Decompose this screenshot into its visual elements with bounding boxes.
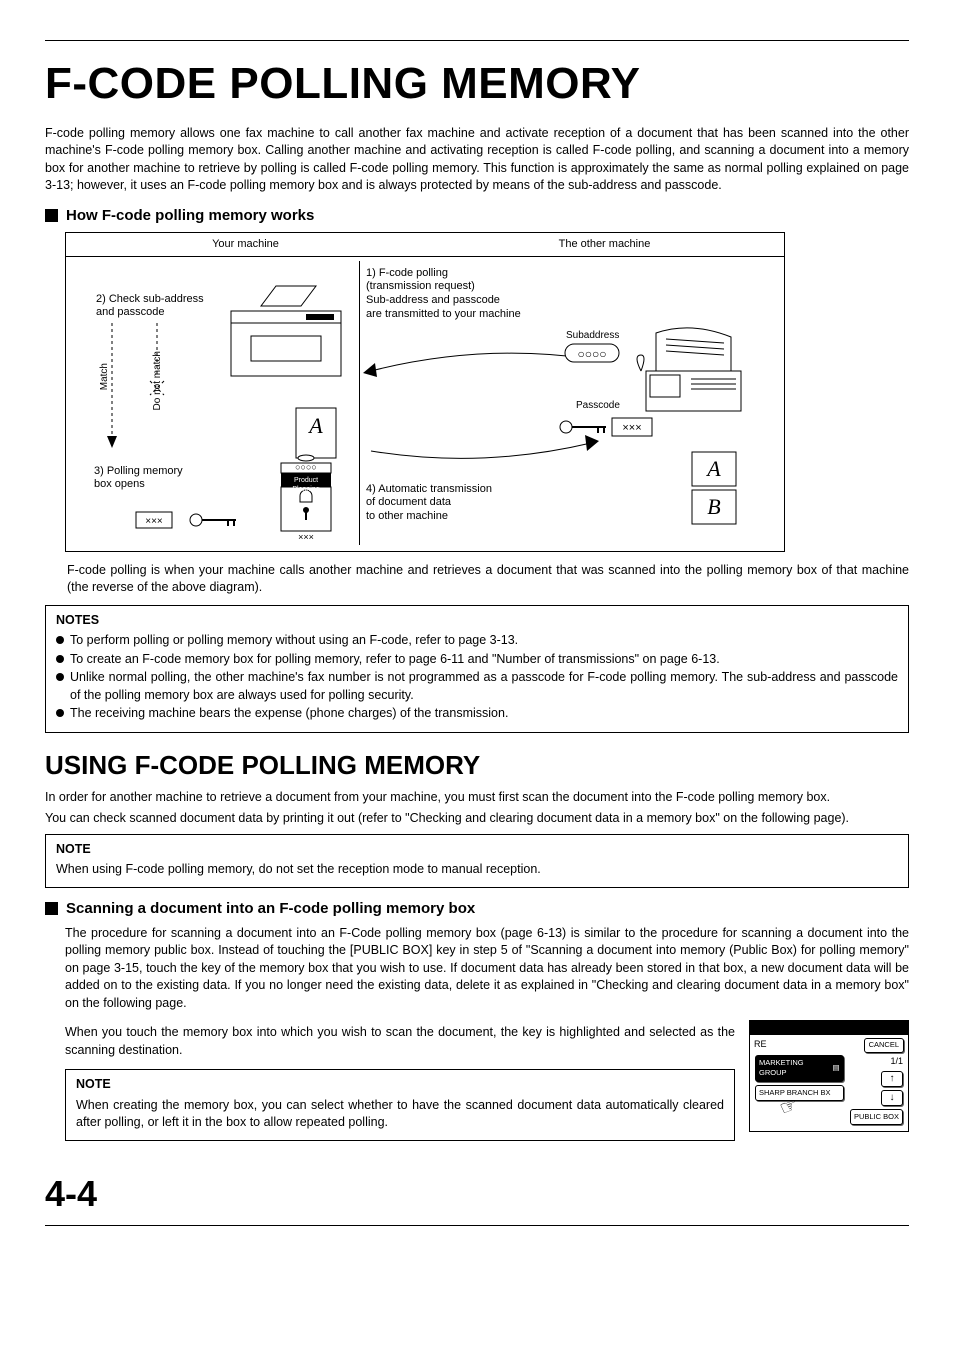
documents-ab-illustration: A B xyxy=(686,448,756,533)
notes1-item-2: Unlike normal polling, the other machine… xyxy=(56,669,898,704)
top-rule xyxy=(45,40,909,41)
panel-re-label: RE xyxy=(754,1038,767,1053)
memory-box-item-1[interactable]: MARKETING GROUP ▤ xyxy=(755,1055,844,1082)
box-label-product-planning: Product Planning xyxy=(282,476,330,496)
match-arrows-illustration xyxy=(92,323,172,453)
scroll-up-button[interactable]: ↑ xyxy=(881,1071,903,1087)
svg-text:○○○○: ○○○○ xyxy=(578,347,607,361)
step2-line-b: and passcode xyxy=(96,306,204,320)
memory-box-item-2[interactable]: SHARP BRANCH BX xyxy=(755,1085,844,1102)
pager-label: 1/1 xyxy=(890,1055,903,1068)
notes-box-1: NOTES To perform polling or polling memo… xyxy=(45,605,909,733)
notes1-item-0: To perform polling or polling memory wit… xyxy=(56,632,898,650)
sub2-p2: When you touch the memory box into which… xyxy=(65,1024,735,1059)
note-box-2: NOTE When using F-code polling memory, d… xyxy=(45,834,909,888)
copier-illustration xyxy=(221,281,361,391)
note3-text: When creating the memory box, you can se… xyxy=(76,1097,724,1132)
section2-p1: In order for another machine to retrieve… xyxy=(45,789,909,807)
subheading-how-works: How F-code polling memory works xyxy=(45,205,909,226)
svg-text:×××: ××× xyxy=(298,532,314,542)
page-title: F-CODE POLLING MEMORY xyxy=(45,53,909,115)
sub2-p1: The procedure for scanning a document in… xyxy=(65,925,909,1013)
step2-line-a: 2) Check sub-address xyxy=(96,293,204,307)
note2-title: NOTE xyxy=(56,841,898,859)
diagram-col-other-machine: The other machine xyxy=(425,233,784,256)
scroll-down-button[interactable]: ↓ xyxy=(881,1090,903,1106)
touchscreen-panel: RE CANCEL MARKETING GROUP ▤ SHARP BRANCH… xyxy=(749,1020,909,1132)
step4-line-b: of document data xyxy=(366,496,492,510)
step1-line-b: (transmission request) xyxy=(366,280,521,294)
subheading-scanning-text: Scanning a document into an F-code polli… xyxy=(66,898,475,919)
section2-title: USING F-CODE POLLING MEMORY xyxy=(45,747,909,783)
page-number: 4-4 xyxy=(45,1169,909,1219)
doc-icon: ▤ xyxy=(833,1063,840,1074)
subaddress-pill: ○○○○ xyxy=(564,343,624,365)
svg-text:B: B xyxy=(707,494,720,519)
step4-line-a: 4) Automatic transmission xyxy=(366,483,492,497)
subheading-how-works-text: How F-code polling memory works xyxy=(66,205,314,226)
arrow-up-icon: ↑ xyxy=(890,1072,895,1086)
inner-divider xyxy=(359,261,360,545)
subheading-scanning: Scanning a document into an F-code polli… xyxy=(45,898,909,919)
section2-p2: You can check scanned document data by p… xyxy=(45,810,909,828)
svg-text:×××: ××× xyxy=(622,422,641,434)
panel-header xyxy=(750,1021,908,1035)
label-passcode: Passcode xyxy=(576,399,620,413)
key-passcode-illustration: ××× xyxy=(136,508,256,538)
svg-text:A: A xyxy=(705,456,721,481)
bottom-rule xyxy=(45,1225,909,1226)
step3-line-b: box opens xyxy=(94,478,183,492)
svg-text:×××: ××× xyxy=(145,516,163,527)
post-diagram-paragraph: F-code polling is when your machine call… xyxy=(67,562,909,597)
svg-text:○○○○: ○○○○ xyxy=(295,462,317,472)
diagram-col-your-machine: Your machine xyxy=(66,233,425,256)
step1-line-c: Sub-address and passcode xyxy=(366,294,521,308)
fax-illustration xyxy=(636,323,756,423)
notes1-item-1: To create an F-code memory box for polli… xyxy=(56,651,898,669)
cancel-button[interactable]: CANCEL xyxy=(864,1038,904,1053)
notes1-item-3: The receiving machine bears the expense … xyxy=(56,705,898,723)
step3-line-a: 3) Polling memory xyxy=(94,465,183,479)
intro-paragraph: F-code polling memory allows one fax mac… xyxy=(45,125,909,195)
step1-line-d: are transmitted to your machine xyxy=(366,308,521,322)
svg-text:A: A xyxy=(307,413,323,438)
transmission-arrows xyxy=(361,353,601,473)
public-box-button[interactable]: PUBLIC BOX xyxy=(850,1109,903,1126)
arrow-down-icon: ↓ xyxy=(890,1091,895,1105)
step4-line-c: to other machine xyxy=(366,510,492,524)
note2-text: When using F-code polling memory, do not… xyxy=(56,861,898,879)
memory-box-item-1-label: MARKETING GROUP xyxy=(759,1058,833,1079)
note3-title: NOTE xyxy=(76,1076,724,1094)
label-subaddress: Subaddress xyxy=(566,329,619,343)
note-box-3: NOTE When creating the memory box, you c… xyxy=(65,1069,735,1141)
notes1-title: NOTES xyxy=(56,612,898,630)
step1-line-a: 1) F-code polling xyxy=(366,267,521,281)
diagram-container: Your machine The other machine 1) F-code… xyxy=(65,232,785,552)
